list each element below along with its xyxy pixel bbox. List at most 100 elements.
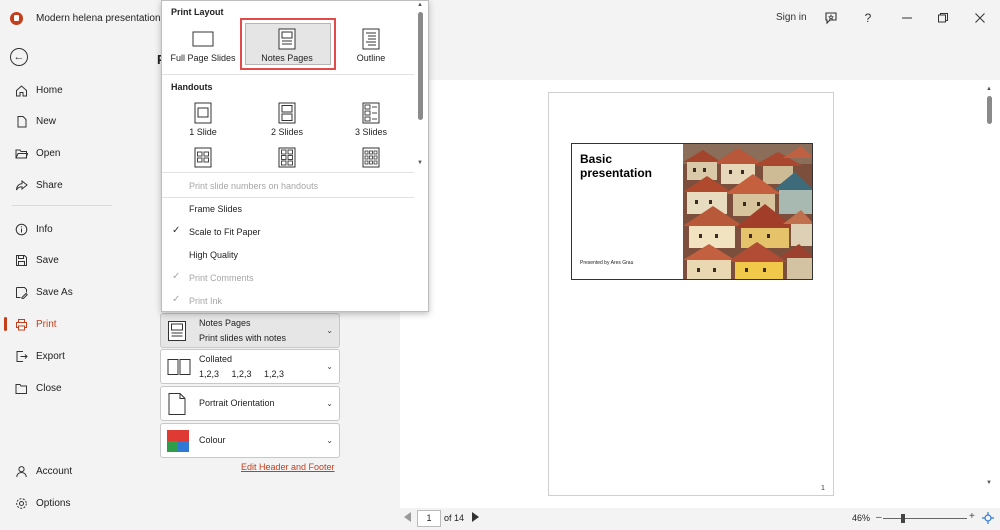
layout-notes-pages[interactable]: Notes Pages [247, 26, 327, 66]
handout-2-slides[interactable]: 2 Slides [247, 100, 327, 140]
print-icon [14, 317, 28, 331]
nav-item-print[interactable]: Print [0, 311, 124, 337]
edit-header-footer-link[interactable]: Edit Header and Footer [241, 462, 335, 472]
nav-item-info[interactable]: Info [0, 216, 124, 242]
nav-item-share[interactable]: Share [0, 172, 124, 198]
new-document-icon [14, 114, 28, 128]
color-label: Colour [199, 435, 226, 445]
handout-3-slides-icon [362, 102, 380, 124]
save-as-icon [14, 285, 28, 299]
nav-item-export[interactable]: Export [0, 343, 124, 369]
minimize-icon[interactable] [898, 9, 916, 27]
handout-1-slide[interactable]: 1 Slide [163, 100, 243, 140]
scrollbar-thumb[interactable] [987, 96, 992, 124]
zoom-slider-handle[interactable] [901, 514, 905, 523]
option-scale-to-fit-paper[interactable]: Scale to Fit Paper [189, 227, 261, 237]
menu-scrollbar[interactable]: ▲ ▼ [415, 2, 427, 170]
portrait-page-icon [167, 392, 187, 419]
collated-icon [167, 358, 191, 379]
fit-to-window-icon[interactable] [982, 512, 994, 527]
color-select[interactable]: Colour ⌄ [160, 423, 340, 458]
option-print-slide-numbers: Print slide numbers on handouts [189, 181, 319, 191]
handout-option-label: 1 Slide [189, 127, 217, 137]
account-icon [14, 464, 28, 478]
full-page-slide-icon [192, 31, 214, 47]
layout-outline[interactable]: Outline [331, 26, 411, 66]
folder-open-icon [14, 146, 28, 160]
option-print-ink: Print Ink [189, 296, 223, 306]
sign-in-button[interactable]: Sign in [776, 12, 807, 23]
orientation-select[interactable]: Portrait Orientation ⌄ [160, 386, 340, 421]
scroll-down-icon[interactable]: ▼ [986, 480, 992, 486]
nav-item-home[interactable]: Home [0, 77, 124, 103]
handout-6-slides-icon [278, 147, 296, 168]
nav-label: New [36, 115, 57, 127]
restore-icon[interactable] [934, 9, 952, 27]
slide-title: Basic presentation [580, 152, 653, 180]
nav-label: Export [36, 350, 65, 362]
option-frame-slides[interactable]: Frame Slides [189, 204, 242, 214]
nav-item-new[interactable]: New [0, 108, 124, 134]
handouts-header: Handouts [171, 82, 213, 92]
chevron-down-icon: ⌄ [326, 399, 333, 408]
scroll-up-icon[interactable]: ▲ [417, 2, 423, 8]
previous-page-icon[interactable] [404, 512, 411, 522]
notes-pages-icon [167, 320, 187, 345]
next-page-icon[interactable] [472, 512, 479, 522]
handout-4-slides[interactable] [163, 146, 243, 168]
nav-item-save[interactable]: Save [0, 247, 124, 273]
preview-scrollbar[interactable]: ▲ ▼ [985, 86, 995, 490]
collation-sublabel: 1,2,3 1,2,3 1,2,3 [199, 369, 285, 379]
scrollbar-thumb[interactable] [418, 12, 423, 120]
option-high-quality[interactable]: High Quality [189, 250, 238, 260]
handout-1-slide-icon [194, 102, 212, 124]
preview-status-bar [400, 508, 1000, 530]
layout-option-label: Outline [356, 53, 386, 63]
nav-item-open[interactable]: Open [0, 140, 124, 166]
preview-page-number: 1 [821, 485, 825, 492]
zoom-slider[interactable] [883, 518, 967, 519]
colour-swatch-icon [167, 430, 189, 455]
scroll-up-icon[interactable]: ▲ [986, 86, 992, 92]
help-icon[interactable]: ? [859, 9, 877, 27]
handout-3-slides[interactable]: 3 Slides [331, 100, 411, 140]
handout-2-slides-icon [278, 102, 296, 124]
nav-item-close[interactable]: Close [0, 375, 124, 401]
folder-close-icon [14, 381, 28, 395]
nav-label: Close [36, 382, 62, 394]
print-layout-select[interactable]: Notes Pages Print slides with notes ⌄ [160, 313, 340, 348]
zoom-level[interactable]: 46% [852, 513, 870, 523]
chevron-down-icon: ⌄ [326, 362, 333, 371]
nav-item-save-as[interactable]: Save As [0, 279, 124, 305]
handout-9-slides[interactable] [331, 146, 411, 168]
feedback-icon[interactable] [822, 9, 840, 27]
back-arrow-icon[interactable]: ← [10, 48, 28, 66]
slide-presenter: Presented by Ares Grau [580, 260, 634, 266]
collation-select[interactable]: Collated 1,2,3 1,2,3 1,2,3 ⌄ [160, 349, 340, 384]
print-layout-header: Print Layout [171, 7, 224, 17]
layout-full-page-slides[interactable]: Full Page Slides [163, 28, 243, 68]
nav-item-account[interactable]: Account [0, 458, 124, 484]
nav-label: Share [36, 179, 63, 191]
page-count: of 14 [444, 513, 465, 523]
handout-option-label: 3 Slides [354, 127, 388, 137]
nav-label: Info [36, 223, 53, 235]
home-icon [14, 83, 28, 97]
export-icon [14, 349, 28, 363]
document-title[interactable]: Modern helena presentation [36, 13, 161, 24]
zoom-out-icon[interactable]: – [876, 512, 882, 523]
menu-divider [162, 197, 414, 198]
scroll-down-icon[interactable]: ▼ [417, 160, 423, 166]
layout-sublabel: Print slides with notes [199, 333, 287, 343]
nav-item-options[interactable]: Options [0, 490, 124, 516]
notes-pages-icon [278, 28, 296, 50]
options-icon [14, 496, 28, 510]
checkmark-icon: ✓ [172, 271, 181, 282]
title-bar: Modern helena presentation Sign in ? [0, 0, 1000, 38]
page-number-input[interactable]: 1 [417, 510, 441, 527]
menu-divider [162, 74, 414, 75]
close-icon[interactable] [971, 9, 989, 27]
nav-label: Save As [36, 286, 73, 298]
handout-6-slides[interactable] [247, 146, 327, 168]
zoom-in-icon[interactable]: + [969, 511, 975, 522]
